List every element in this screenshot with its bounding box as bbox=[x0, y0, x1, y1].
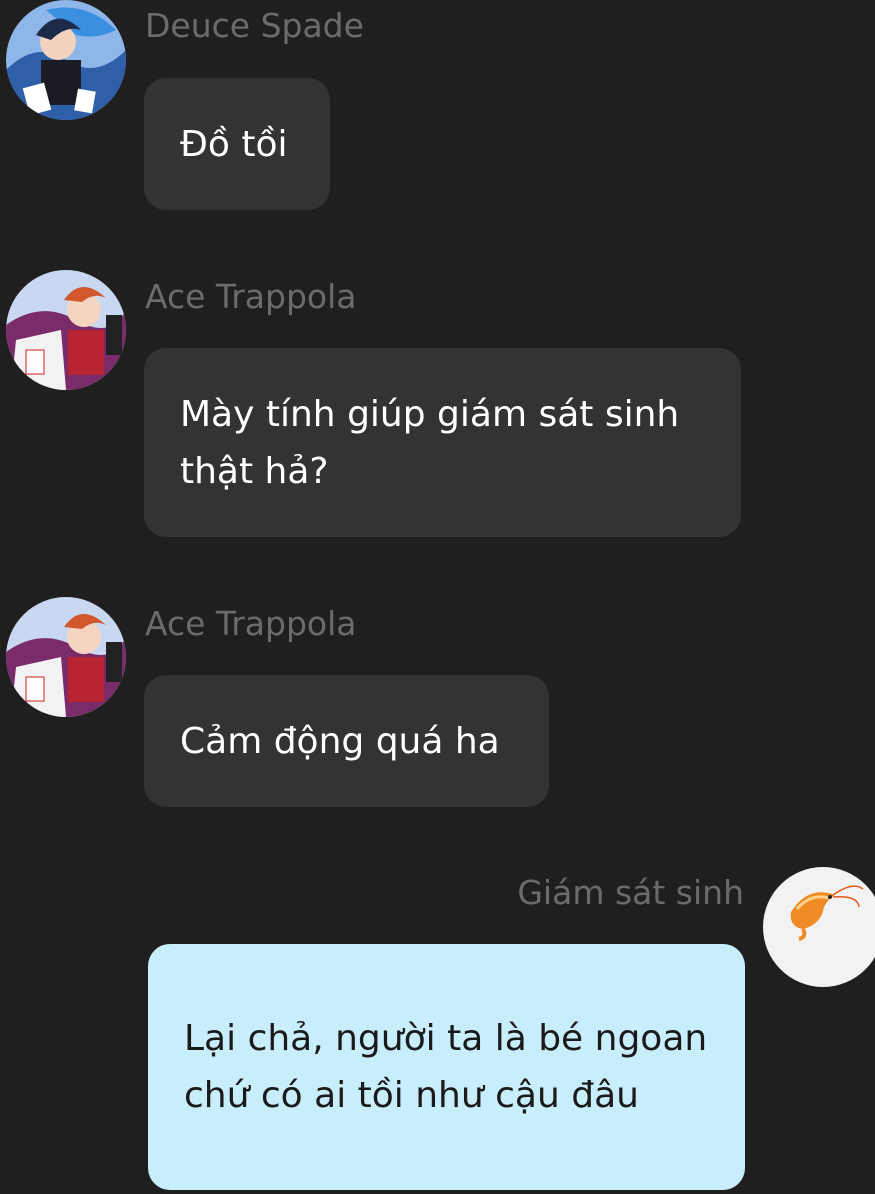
message-bubble[interactable]: Lại chả, người ta là bé ngoan chứ có ai … bbox=[148, 944, 745, 1190]
sender-name: Ace Trappola bbox=[145, 277, 357, 316]
sender-name: Ace Trappola bbox=[145, 604, 357, 643]
sender-name: Deuce Spade bbox=[145, 6, 364, 45]
message-bubble[interactable]: Đồ tồi bbox=[144, 78, 330, 210]
shrimp-avatar[interactable] bbox=[763, 867, 875, 987]
message-bubble[interactable]: Cảm động quá ha bbox=[144, 675, 549, 807]
message-bubble[interactable]: Mày tính giúp giám sát sinh thật hả? bbox=[144, 348, 741, 537]
ace-trappola-avatar[interactable] bbox=[6, 270, 126, 390]
ace-trappola-avatar[interactable] bbox=[6, 597, 126, 717]
sender-name: Giám sát sinh bbox=[517, 873, 744, 912]
deuce-spade-avatar[interactable] bbox=[6, 0, 126, 120]
